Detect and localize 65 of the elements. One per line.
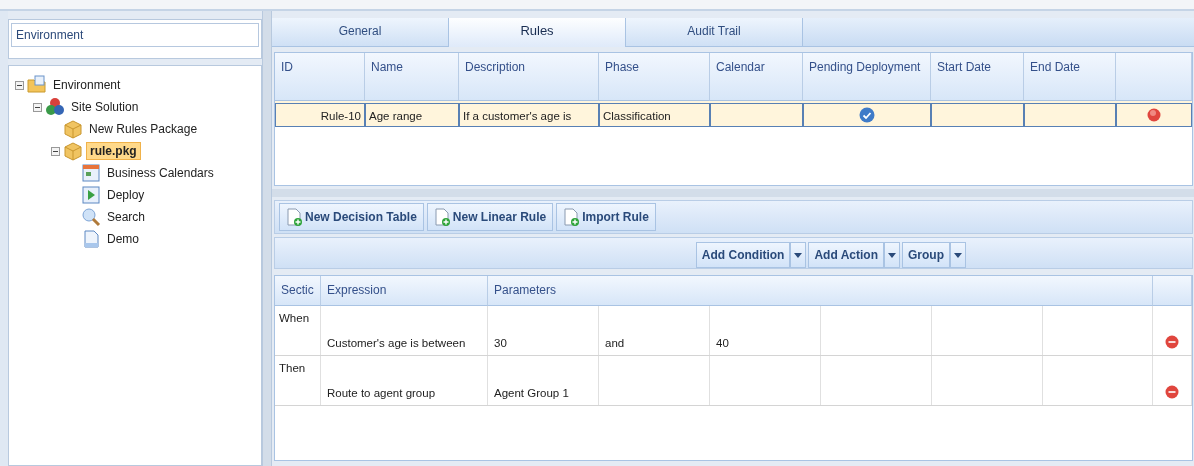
tree-item[interactable]: Deploy (104, 187, 148, 203)
tree-item[interactable]: Demo (104, 231, 142, 247)
document-add-icon (563, 208, 580, 226)
table-cell: 30 (488, 306, 599, 355)
package-icon (63, 141, 83, 161)
column-header[interactable]: Phase (599, 53, 710, 101)
tree-item[interactable]: Search (104, 209, 149, 225)
column-header[interactable]: Parameters (488, 276, 1153, 306)
caret-icon (888, 252, 896, 258)
column-header[interactable]: Expression (321, 276, 488, 306)
column-header[interactable]: Start Date (931, 53, 1024, 101)
table-cell: Then (275, 356, 321, 405)
tab[interactable]: Rules (449, 18, 626, 47)
table-cell: Age range (365, 103, 459, 127)
play-icon (81, 185, 101, 205)
document-add-icon (286, 208, 302, 226)
action-button[interactable]: Add Action (808, 242, 884, 268)
tab[interactable]: Audit Trail (626, 18, 803, 46)
toolbar-button[interactable]: New Decision Table (279, 203, 424, 231)
package-icon (63, 119, 83, 139)
search-icon (81, 207, 101, 227)
remove-icon[interactable] (1165, 335, 1179, 349)
tree-item[interactable]: Site Solution (68, 99, 142, 115)
tree-item[interactable]: Environment (50, 77, 124, 93)
caret-icon (954, 252, 962, 258)
table-cell: If a customer's age is (459, 103, 599, 127)
caret-icon (794, 252, 803, 258)
toolbar-button[interactable]: Import Rule (556, 203, 656, 231)
table-cell: and (599, 306, 710, 355)
dropdown-button[interactable] (950, 242, 966, 268)
collapse-icon[interactable] (15, 80, 24, 90)
table-cell: Agent Group 1 (488, 356, 599, 405)
table-cell: Customer's age is between (321, 306, 488, 355)
table-row[interactable]: Rule-10 Age range If a customer's age is Classification (275, 101, 1192, 127)
tree-item[interactable]: rule.pkg (86, 142, 141, 160)
document-add-icon (433, 208, 450, 226)
dropdown-button[interactable] (884, 242, 900, 268)
tree-item[interactable]: Business Calendars (104, 165, 217, 181)
toolbar-button[interactable]: New Linear Rule (426, 203, 554, 231)
table-cell: Route to agent group (321, 356, 488, 405)
delete-icon[interactable] (1147, 108, 1161, 122)
remove-icon[interactable] (1165, 385, 1179, 399)
table-cell: Rule-10 (275, 103, 365, 127)
folder-icon (27, 75, 47, 95)
collapse-icon[interactable] (33, 102, 42, 112)
table-cell: 40 (710, 306, 821, 355)
table-cell: Classification (599, 103, 710, 127)
collapse-icon[interactable] (51, 146, 60, 156)
column-header[interactable]: Calendar (710, 53, 803, 101)
column-header[interactable]: Pending Deployment (803, 53, 931, 101)
column-header[interactable]: ID (275, 53, 365, 101)
column-header[interactable]: Name (365, 53, 459, 101)
action-button[interactable]: Add Condition (695, 242, 791, 268)
dropdown-button[interactable] (790, 242, 807, 268)
column-header[interactable]: Description (459, 53, 599, 101)
document-icon (81, 229, 101, 249)
column-header[interactable]: End Date (1024, 53, 1116, 101)
tab[interactable]: General (272, 18, 449, 46)
action-button[interactable]: Group (902, 242, 950, 268)
search-field[interactable]: Environment (11, 23, 259, 47)
cubes-icon (45, 97, 65, 117)
tree-item[interactable]: New Rules Package (86, 121, 201, 137)
calendar-icon (81, 163, 101, 183)
table-cell: When (275, 306, 321, 355)
column-header[interactable]: Sectic (275, 276, 321, 306)
